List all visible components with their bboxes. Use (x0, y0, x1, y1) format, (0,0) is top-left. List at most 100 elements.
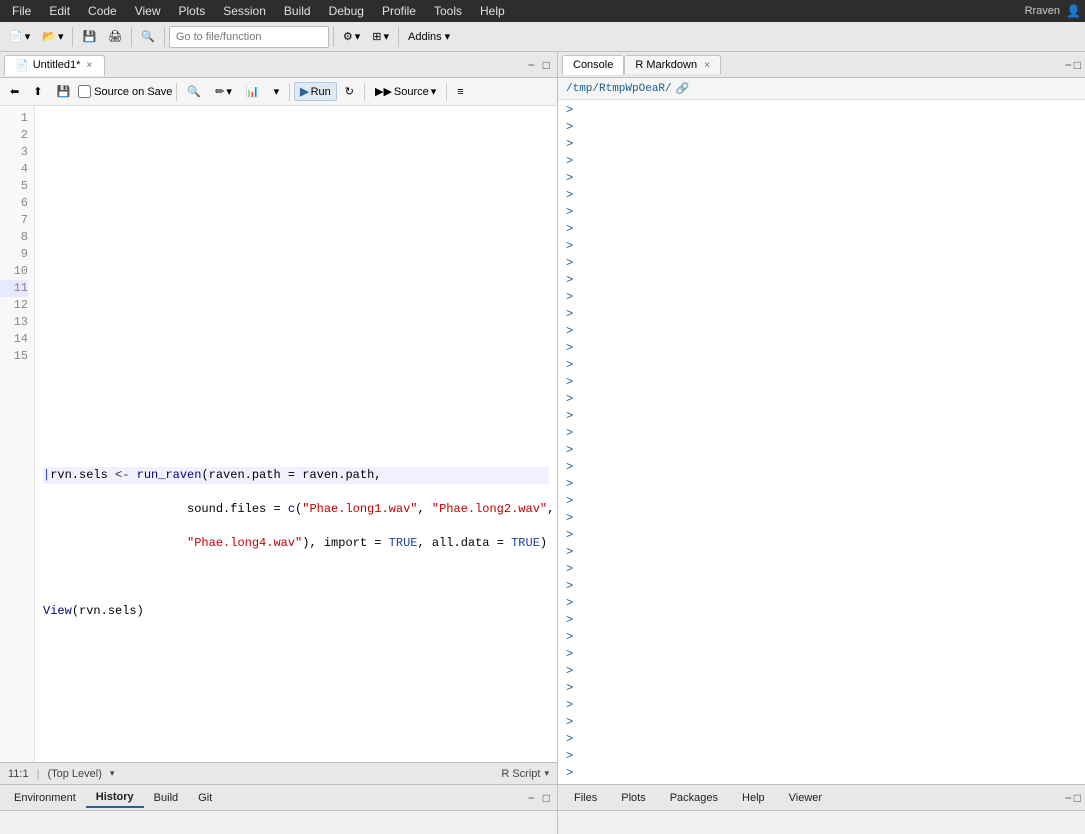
go-back-button[interactable]: ⬅ (4, 82, 25, 101)
code-editor[interactable]: 12345 678910 11 12131415 |rvn.sels <- ru… (0, 106, 557, 762)
run-button[interactable]: ▶ Run (294, 82, 337, 101)
new-file-button[interactable]: 📄▾ (4, 27, 35, 46)
code-line-12: sound.files = c("Phae.long1.wav", "Phae.… (43, 501, 549, 518)
tab-plots[interactable]: Plots (609, 789, 657, 807)
level-dropdown-icon[interactable]: ▾ (110, 768, 115, 779)
addins-dropdown[interactable]: Addins ▾ (403, 27, 455, 46)
console-prompt-35: > (566, 680, 1077, 697)
console-content[interactable]: > > > > > > > > > > > > > > > > > > > > … (558, 100, 1085, 784)
editor-minimize-button[interactable]: − (525, 57, 538, 73)
tab-environment[interactable]: Environment (4, 789, 86, 807)
console-minimize-button[interactable]: − (1065, 58, 1072, 72)
console-prompt-28: > (566, 561, 1077, 578)
console-prompt-33: > (566, 646, 1077, 663)
compile-icon: 📊 (246, 85, 260, 98)
save-editor-button[interactable]: 💾 (50, 82, 76, 101)
bottom-editor-maximize-button[interactable]: □ (540, 790, 553, 806)
script-type-dropdown-icon[interactable]: ▾ (544, 768, 549, 779)
console-tab-rmarkdown[interactable]: R Markdown × (624, 55, 721, 74)
menu-plots[interactable]: Plots (171, 2, 214, 20)
more-options-button[interactable]: ≡ (451, 83, 469, 101)
menu-edit[interactable]: Edit (41, 2, 78, 20)
bottom-editor-minimize-button[interactable]: − (525, 790, 538, 806)
menu-view[interactable]: View (127, 2, 169, 20)
user-label: Rraven (1025, 5, 1060, 17)
find-button[interactable]: 🔍 (136, 27, 160, 46)
console-prompt-4: > (566, 153, 1077, 170)
code-line-2 (43, 161, 549, 178)
editor-tab-close[interactable]: × (84, 60, 94, 71)
menu-code[interactable]: Code (80, 2, 125, 20)
console-prompt-6: > (566, 187, 1077, 204)
new-file-icon: 📄 (9, 30, 23, 43)
console-maximize-button[interactable]: □ (1074, 58, 1081, 72)
open-icon: 📂 (42, 30, 56, 43)
editor-maximize-button[interactable]: □ (540, 57, 553, 73)
console-prompt-23: > (566, 476, 1077, 493)
console-prompt-1: > (566, 102, 1077, 119)
bottom-panel-console: Files Plots Packages Help Viewer − □ (558, 784, 1085, 834)
editor-tab-icon: 📄 (15, 59, 29, 72)
tab-viewer[interactable]: Viewer (777, 789, 834, 807)
code-line-11: |rvn.sels <- run_raven(raven.path = rave… (43, 467, 549, 484)
rerun-icon: ↻ (345, 85, 354, 98)
tab-history[interactable]: History (86, 788, 144, 808)
more-options-icon: ≡ (457, 86, 463, 98)
menu-session[interactable]: Session (215, 2, 274, 20)
console-prompt-7: > (566, 204, 1077, 221)
console-prompt-30: > (566, 595, 1077, 612)
console-path-link-icon[interactable]: 🔗 (676, 82, 690, 96)
editor-tab-untitled1[interactable]: 📄 Untitled1* × (4, 55, 105, 76)
grid-view-button[interactable]: ⊞▾ (367, 27, 394, 46)
rmarkdown-tab-close[interactable]: × (704, 60, 710, 71)
chunk-options-button[interactable]: ▾ (268, 82, 286, 101)
console-prompt-18: > (566, 391, 1077, 408)
menu-debug[interactable]: Debug (321, 2, 372, 20)
print-button[interactable]: 🖨 (103, 27, 127, 46)
console-tab-console[interactable]: Console (562, 55, 624, 75)
tab-build[interactable]: Build (144, 789, 188, 807)
show-in-new-window-button[interactable]: ⬆ (27, 82, 48, 101)
rerun-button[interactable]: ↻ (339, 82, 360, 101)
console-prompt-34: > (566, 663, 1077, 680)
tab-packages[interactable]: Packages (658, 789, 730, 807)
console-bottom-maximize-button[interactable]: □ (1074, 791, 1081, 805)
toolbar-sep-2 (131, 27, 132, 47)
compile-button[interactable]: 📊 (240, 82, 266, 101)
code-tools-button[interactable]: ✏▾ (209, 82, 238, 101)
menu-build[interactable]: Build (276, 2, 319, 20)
run-tools-button[interactable]: ⚙▾ (338, 27, 365, 46)
find-replace-button[interactable]: 🔍 (181, 82, 207, 101)
btm-tab-actions-console: − □ (1065, 791, 1081, 805)
code-line-15: View(rvn.sels) (43, 603, 549, 620)
console-prompt-8: > (566, 221, 1077, 238)
source-on-save-label[interactable]: Source on Save (78, 85, 172, 98)
console-prompt-2: > (566, 119, 1077, 136)
console-prompt-20: > (566, 425, 1077, 442)
status-sep: | (37, 768, 40, 780)
open-file-button[interactable]: 📂▾ (37, 27, 68, 46)
source-button[interactable]: ▶▶ Source ▾ (369, 82, 442, 101)
console-bottom-minimize-button[interactable]: − (1065, 791, 1072, 805)
tab-help[interactable]: Help (730, 789, 777, 807)
menu-tools[interactable]: Tools (426, 2, 470, 20)
bottom-tab-bar-editor: Environment History Build Git − □ (0, 785, 557, 811)
editor-tab-label: Untitled1* (33, 59, 81, 71)
menu-profile[interactable]: Profile (374, 2, 424, 20)
status-level[interactable]: (Top Level) (47, 768, 101, 780)
console-prompt-13: > (566, 306, 1077, 323)
tab-git[interactable]: Git (188, 789, 222, 807)
menu-file[interactable]: File (4, 2, 39, 20)
goto-input[interactable] (169, 26, 329, 48)
console-panel: Console R Markdown × − □ /tmp/RtmpWpOeaR… (558, 52, 1085, 834)
menu-help[interactable]: Help (472, 2, 513, 20)
code-content[interactable]: |rvn.sels <- run_raven(raven.path = rave… (35, 106, 557, 762)
ed-sep-3 (364, 83, 365, 101)
code-line-1 (43, 127, 549, 144)
source-on-save-checkbox[interactable] (78, 85, 91, 98)
save-button[interactable]: 💾 (77, 27, 101, 46)
console-prompt-5: > (566, 170, 1077, 187)
console-prompt-32: > (566, 629, 1077, 646)
tab-files[interactable]: Files (562, 789, 609, 807)
run-label: Run (311, 86, 331, 98)
